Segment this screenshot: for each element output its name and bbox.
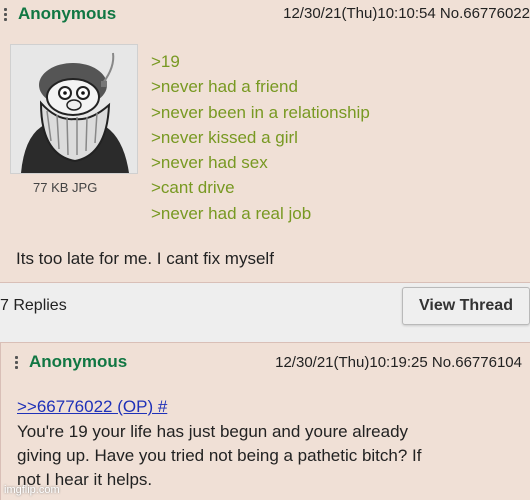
greentext-line: >never been in a relationship — [151, 102, 370, 122]
post-menu-icon[interactable] — [4, 6, 10, 22]
op-post: Anonymous 12/30/21(Thu)10:10:54 No.66776… — [0, 0, 530, 283]
reply-poster-name: Anonymous — [29, 352, 128, 371]
post-menu-icon[interactable] — [15, 354, 21, 370]
greentext-line: >never had sex — [151, 153, 268, 173]
replies-count: 7 Replies — [0, 297, 67, 314]
reply-body-text: You're 19 your life has just begun and y… — [17, 420, 497, 492]
op-timestamp-number[interactable]: 12/30/21(Thu)10:10:54 No.66776022 — [283, 5, 530, 22]
op-poster-name: Anonymous — [18, 4, 117, 23]
reply-quote-link[interactable]: >>66776022 (OP) # — [17, 397, 167, 417]
reply-line: You're 19 your life has just begun and y… — [17, 422, 409, 441]
op-greentext-block: >19 >never had a friend >never been in a… — [151, 49, 370, 226]
op-body-text: Its too late for me. I cant fix myself — [16, 249, 274, 268]
greentext-line: >19 — [151, 52, 180, 71]
reply-line: not I hear it helps. — [17, 470, 153, 489]
reply-timestamp-number[interactable]: 12/30/21(Thu)10:19:25 No.66776104 — [275, 354, 522, 371]
cartoon-face-icon — [11, 45, 137, 173]
greentext-line: >never had a real job — [151, 203, 312, 223]
greentext-line: >cant drive — [151, 178, 235, 198]
op-thumbnail-image[interactable] — [10, 44, 138, 174]
greentext-line: >never kissed a girl — [151, 127, 298, 147]
reply-post: Anonymous 12/30/21(Thu)10:19:25 No.66776… — [0, 342, 530, 500]
op-file-info: 77 KB JPG — [33, 180, 98, 195]
view-thread-button[interactable]: View Thread — [402, 287, 530, 325]
greentext-line: >never had a friend — [151, 77, 298, 97]
reply-line: giving up. Have you tried not being a pa… — [17, 446, 422, 465]
imgflip-watermark: imgflip.com — [4, 484, 60, 496]
op-post-info: Anonymous 12/30/21(Thu)10:10:54 No.66776… — [0, 0, 530, 28]
